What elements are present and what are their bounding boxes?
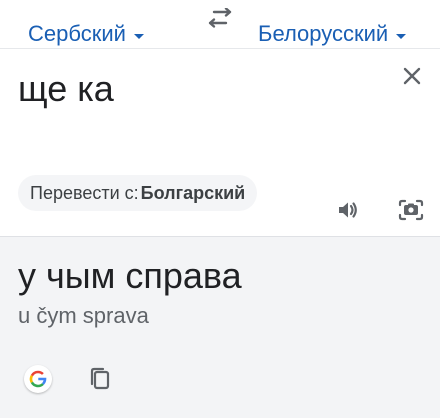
close-icon[interactable]	[400, 64, 424, 88]
speaker-icon[interactable]	[336, 198, 360, 222]
copy-icon[interactable]	[89, 367, 111, 391]
target-language-selector[interactable]: Белорусский	[258, 20, 407, 48]
translation-panel: у чым справа u čym sprava	[0, 236, 440, 418]
dropdown-caret-icon	[133, 33, 144, 39]
target-language-label: Белорусский	[258, 21, 389, 46]
swap-arrows-icon[interactable]	[207, 8, 233, 30]
language-bar: Сербский Белорусский	[0, 0, 440, 49]
source-panel: ще ка Перевести с: Болгарский	[0, 49, 440, 235]
dropdown-caret-icon	[396, 33, 407, 39]
source-language-label: Сербский	[28, 21, 126, 46]
transliteration-text: u čym sprava	[18, 303, 149, 328]
source-language-selector[interactable]: Сербский	[28, 20, 144, 48]
detected-language: Болгарский	[140, 182, 246, 203]
camera-icon[interactable]	[398, 198, 424, 222]
detect-prefix: Перевести с:	[30, 182, 139, 203]
translation-text: у чым справа	[18, 255, 242, 296]
google-search-button[interactable]	[24, 365, 52, 393]
source-text-input[interactable]: ще ка	[18, 66, 114, 112]
detected-language-chip[interactable]: Перевести с: Болгарский	[18, 175, 258, 211]
google-g-icon	[29, 370, 47, 388]
